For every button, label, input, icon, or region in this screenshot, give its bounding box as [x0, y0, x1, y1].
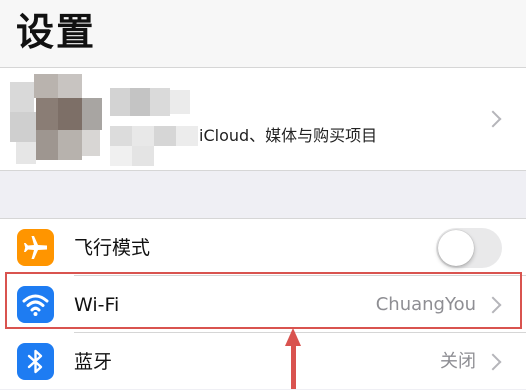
airplane-icon — [17, 229, 54, 266]
arrow-up-icon — [285, 328, 301, 346]
airplane-mode-toggle[interactable] — [436, 228, 502, 268]
bluetooth-icon — [17, 343, 54, 380]
chevron-right-icon — [484, 110, 502, 128]
highlight-box — [5, 272, 522, 329]
navigation-header: 设置 — [0, 0, 526, 68]
bluetooth-status: 关闭 — [440, 351, 476, 372]
avatar — [10, 74, 102, 166]
airplane-mode-label: 飞行模式 — [74, 237, 151, 259]
profile-subtitle: iCloud、媒体与购买项目 — [199, 126, 378, 145]
page-title: 设置 — [16, 10, 97, 54]
blurred-account-text — [110, 126, 198, 166]
toggle-knob — [438, 230, 474, 266]
row-bluetooth[interactable]: 蓝牙 关闭 — [0, 333, 526, 390]
bluetooth-label: 蓝牙 — [74, 351, 113, 373]
row-airplane-mode[interactable]: 飞行模式 — [0, 219, 526, 276]
chevron-right-icon — [484, 353, 502, 371]
blurred-name — [110, 88, 190, 116]
apple-id-profile-row[interactable]: iCloud、媒体与购买项目 — [0, 68, 526, 171]
arrow-shaft — [291, 345, 296, 389]
section-gap — [0, 171, 526, 218]
